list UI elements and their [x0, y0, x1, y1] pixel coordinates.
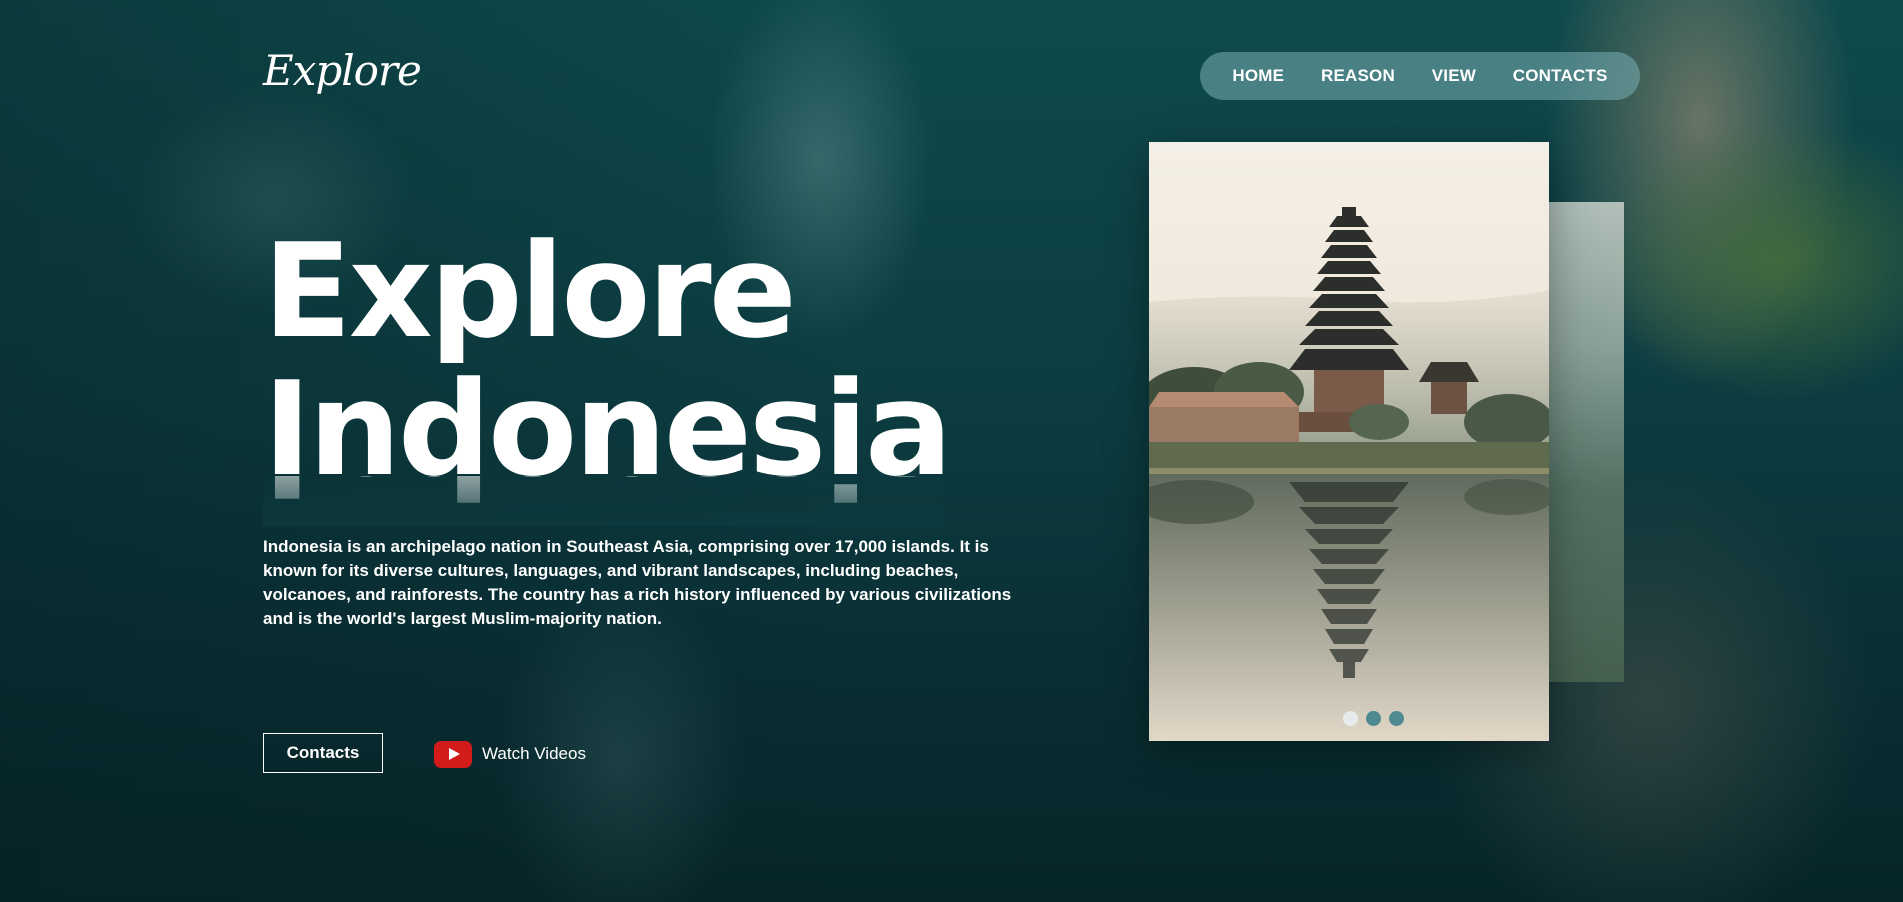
slider-dot-3[interactable]	[1389, 711, 1404, 726]
hero-description: Indonesia is an archipelago nation in So…	[263, 537, 1012, 628]
slider-pagination	[1343, 711, 1404, 726]
main-navigation: HOME REASON VIEW CONTACTS	[1200, 52, 1640, 100]
slider-dot-1[interactable]	[1343, 711, 1358, 726]
brand-logo[interactable]: Explore	[263, 46, 422, 95]
watch-videos-label[interactable]: Watch Videos	[482, 744, 586, 764]
nav-contacts[interactable]: CONTACTS	[1513, 66, 1608, 86]
nav-home[interactable]: HOME	[1232, 66, 1284, 86]
nav-reason[interactable]: REASON	[1321, 66, 1395, 86]
next-slide-preview[interactable]	[1548, 202, 1624, 682]
hero-title-line1: Explore	[263, 215, 797, 367]
temple-lake-image	[1149, 142, 1549, 741]
watch-videos-link[interactable]: Watch Videos	[434, 740, 586, 768]
featured-image-card[interactable]	[1149, 142, 1549, 741]
slider-dot-2[interactable]	[1366, 711, 1381, 726]
hero-title: Explore Indonesia	[263, 215, 953, 498]
reflection-fade	[263, 476, 943, 526]
youtube-play-icon[interactable]	[434, 740, 472, 768]
nav-view[interactable]: VIEW	[1432, 66, 1476, 86]
contacts-button[interactable]: Contacts	[263, 733, 383, 773]
